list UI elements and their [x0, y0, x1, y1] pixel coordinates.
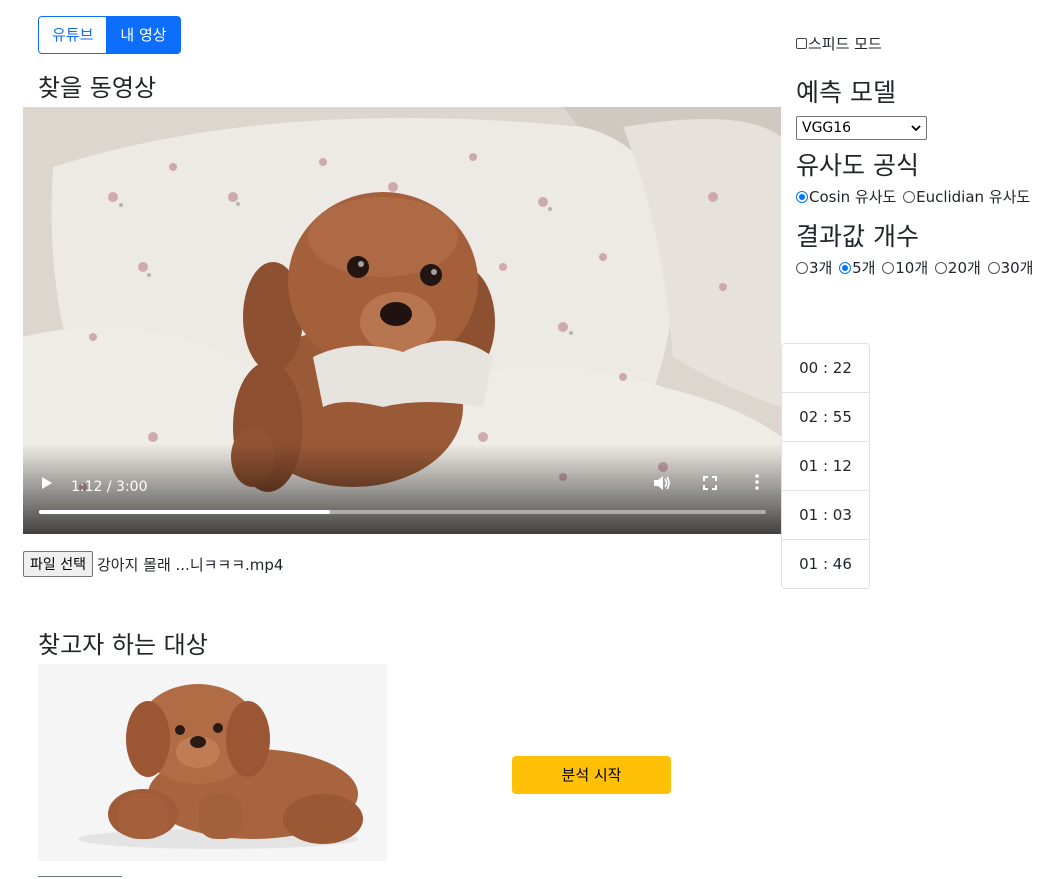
- result-count-label: 5개: [852, 259, 876, 277]
- timestamp-item[interactable]: 00 : 22: [782, 344, 869, 393]
- settings-panel: 스피드 모드 예측 모델 VGG16 유사도 공식 Cosin 유사도 Eucl…: [796, 30, 1046, 278]
- result-count-option-10[interactable]: 10개: [882, 259, 928, 277]
- radio-unchecked[interactable]: [882, 262, 895, 274]
- target-image: [38, 664, 387, 861]
- radio-unchecked[interactable]: [934, 262, 947, 274]
- result-count-option-5[interactable]: 5개: [839, 259, 875, 277]
- speed-mode-label: 스피드 모드: [808, 34, 882, 53]
- timestamp-item[interactable]: 01 : 46: [782, 540, 869, 588]
- speed-mode-checkbox[interactable]: [796, 37, 807, 49]
- model-title: 예측 모델: [796, 78, 896, 107]
- similarity-title: 유사도 공식: [796, 151, 919, 180]
- similarity-option-label: Euclidian 유사도: [916, 188, 1031, 206]
- radio-checked[interactable]: [796, 191, 808, 203]
- timestamp-item[interactable]: 02 : 55: [782, 393, 869, 442]
- source-toggle: 유튜브 내 영상: [38, 16, 181, 54]
- more-options-icon[interactable]: [755, 474, 759, 494]
- timestamp-item[interactable]: 01 : 03: [782, 491, 869, 540]
- selected-file-name: 강아지 몰래 ...니ㅋㅋㅋ.mp4: [96, 555, 284, 574]
- target-section-title: 찾고자 하는 대상: [38, 631, 208, 659]
- radio-unchecked[interactable]: [796, 262, 808, 274]
- similarity-options: Cosin 유사도 Euclidian 유사도: [796, 186, 1046, 207]
- volume-icon[interactable]: [653, 475, 671, 495]
- fullscreen-icon[interactable]: [703, 476, 717, 494]
- my-video-tab[interactable]: 내 영상: [107, 16, 181, 54]
- video-progress-fill: [39, 510, 330, 514]
- video-player[interactable]: 1:12 / 3:00: [23, 107, 781, 534]
- result-count-label: 3개: [809, 259, 833, 277]
- chevron-down-icon: [911, 125, 921, 131]
- similarity-option-label: Cosin 유사도: [809, 188, 897, 206]
- result-count-option-3[interactable]: 3개: [796, 259, 832, 277]
- result-count-option-30[interactable]: 30개: [987, 259, 1034, 277]
- timestamp-list: 00 : 22 02 : 55 01 : 12 01 : 03 01 : 46: [781, 343, 870, 589]
- model-selected-value: VGG16: [802, 120, 852, 136]
- play-icon[interactable]: [41, 476, 53, 494]
- result-count-label: 30개: [1000, 259, 1034, 277]
- radio-unchecked[interactable]: [987, 262, 1000, 274]
- start-analysis-button[interactable]: 분석 시작: [512, 756, 671, 794]
- model-select[interactable]: VGG16: [796, 116, 927, 140]
- video-progress-bar[interactable]: [39, 510, 766, 514]
- similarity-option-cosin[interactable]: Cosin 유사도: [796, 188, 896, 206]
- file-input: 파일 선택 강아지 몰래 ...니ㅋㅋㅋ.mp4: [23, 551, 283, 577]
- timestamp-item[interactable]: 01 : 12: [782, 442, 869, 491]
- youtube-tab[interactable]: 유튜브: [38, 16, 108, 54]
- choose-file-button[interactable]: 파일 선택: [23, 551, 93, 577]
- result-count-options: 3개 5개 10개 20개 30개: [796, 257, 1046, 278]
- radio-checked[interactable]: [839, 262, 852, 274]
- radio-unchecked[interactable]: [903, 191, 916, 203]
- result-count-label: 10개: [895, 259, 929, 277]
- video-section-title: 찾을 동영상: [38, 74, 157, 102]
- target-dog-image: [38, 664, 387, 861]
- speed-mode-row: 스피드 모드: [796, 30, 1046, 56]
- similarity-option-euclidian[interactable]: Euclidian 유사도: [903, 188, 1030, 206]
- result-count-label: 20개: [947, 259, 981, 277]
- time-display: 1:12 / 3:00: [71, 479, 148, 495]
- result-count-option-20[interactable]: 20개: [934, 259, 981, 277]
- result-count-title: 결과값 개수: [796, 222, 919, 251]
